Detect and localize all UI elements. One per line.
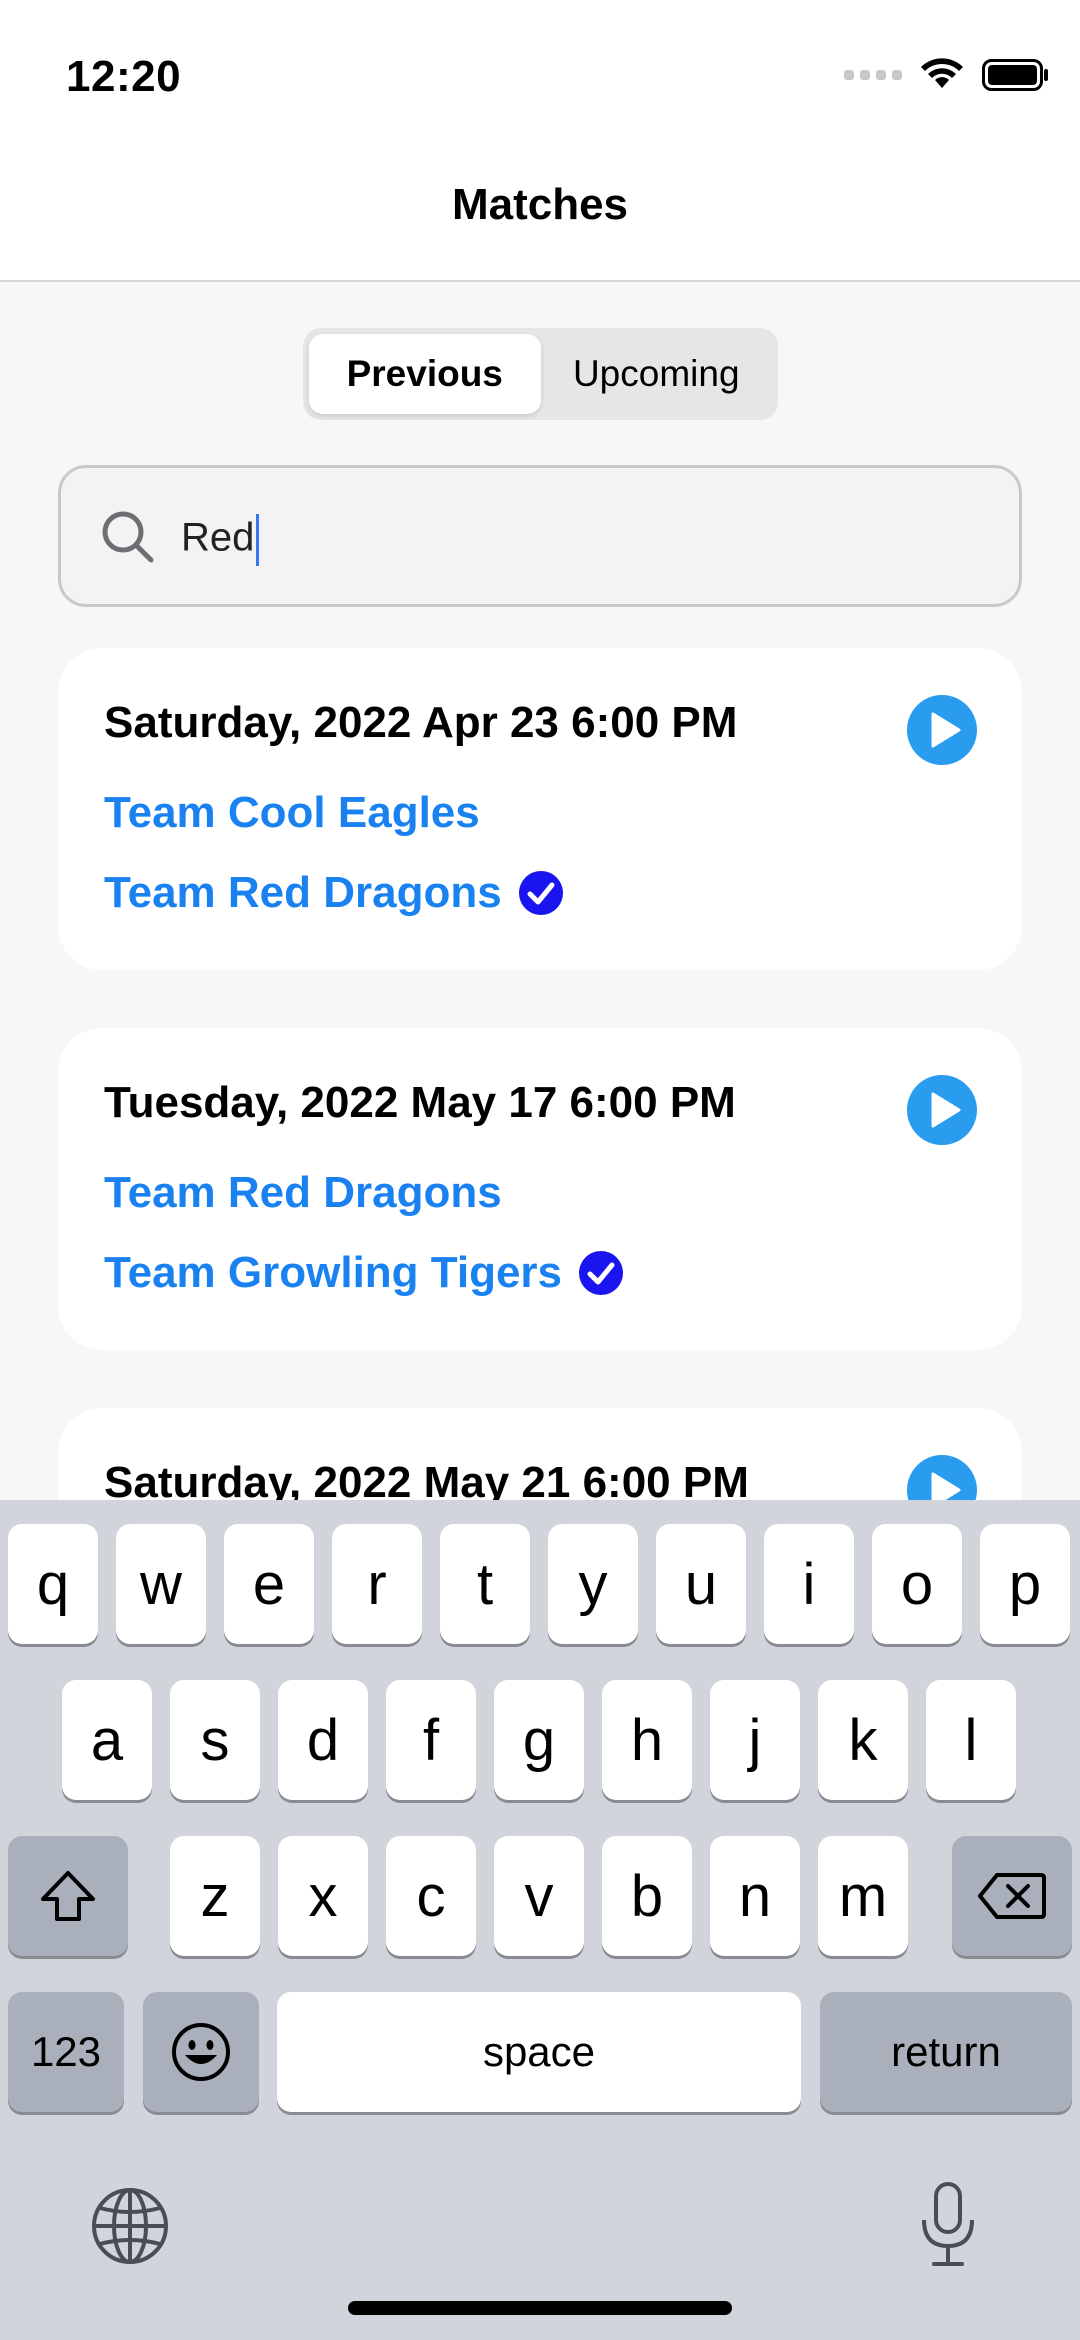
key-d[interactable]: d: [278, 1680, 368, 1800]
key-l[interactable]: l: [926, 1680, 1016, 1800]
match-date: Saturday, 2022 Apr 23 6:00 PM: [104, 698, 738, 747]
key-i[interactable]: i: [764, 1524, 854, 1644]
match-filter-segmented-control: Previous Upcoming: [303, 328, 778, 420]
text-caret: [256, 514, 260, 566]
search-value-text: Red: [181, 515, 255, 560]
team-name: Team Cool Eagles: [104, 788, 480, 837]
emoji-icon: [172, 2023, 230, 2081]
key-c[interactable]: c: [386, 1836, 476, 1956]
delete-icon: [978, 1873, 1046, 1919]
key-u[interactable]: u: [656, 1524, 746, 1644]
key-x[interactable]: x: [278, 1836, 368, 1956]
checkmark-icon: [579, 1251, 624, 1295]
key-t[interactable]: t: [440, 1524, 530, 1644]
key-p[interactable]: p: [980, 1524, 1070, 1644]
wifi-icon: [921, 58, 963, 88]
key-j[interactable]: j: [710, 1680, 800, 1800]
navigation-bar: Matches: [0, 150, 1080, 282]
search-icon: [102, 511, 154, 563]
cellular-signal-icon: [844, 70, 902, 80]
onscreen-keyboard: q w e r t y u i o p a s d f g h j k l z …: [0, 1500, 1080, 2340]
key-z[interactable]: z: [170, 1836, 260, 1956]
match-card[interactable]: Tuesday, 2022 May 17 6:00 PM Team Red Dr…: [58, 1028, 1022, 1350]
key-s[interactable]: s: [170, 1680, 260, 1800]
key-b[interactable]: b: [602, 1836, 692, 1956]
segment-previous[interactable]: Previous: [309, 334, 541, 414]
team-name: Team Red Dragons: [104, 1168, 502, 1217]
key-m[interactable]: m: [818, 1836, 908, 1956]
status-bar: 12:20: [0, 0, 1080, 150]
key-q[interactable]: q: [8, 1524, 98, 1644]
space-key[interactable]: space: [277, 1992, 801, 2112]
key-v[interactable]: v: [494, 1836, 584, 1956]
return-key[interactable]: return: [820, 1992, 1072, 2112]
home-indicator[interactable]: [348, 2301, 732, 2315]
team-name-link[interactable]: Team Red Dragons: [104, 1168, 502, 1218]
search-input[interactable]: Red: [58, 465, 1022, 607]
play-icon[interactable]: [906, 694, 978, 766]
delete-key[interactable]: [952, 1836, 1072, 1956]
globe-icon[interactable]: [90, 2186, 170, 2266]
team-name-link[interactable]: Team Growling Tigers: [104, 1248, 624, 1298]
key-n[interactable]: n: [710, 1836, 800, 1956]
play-icon[interactable]: [906, 1074, 978, 1146]
segment-upcoming[interactable]: Upcoming: [541, 334, 773, 414]
emoji-key[interactable]: [143, 1992, 259, 2112]
key-k[interactable]: k: [818, 1680, 908, 1800]
match-date: Tuesday, 2022 May 17 6:00 PM: [104, 1078, 736, 1127]
checkmark-icon: [518, 871, 563, 915]
battery-icon: [982, 59, 1048, 91]
key-r[interactable]: r: [332, 1524, 422, 1644]
team-name-link[interactable]: Team Cool Eagles: [104, 788, 480, 838]
numbers-key[interactable]: 123: [8, 1992, 124, 2112]
shift-icon: [41, 1871, 95, 1921]
key-y[interactable]: y: [548, 1524, 638, 1644]
team-name: Team Growling Tigers: [104, 1248, 563, 1297]
status-icons: [844, 58, 1050, 92]
key-f[interactable]: f: [386, 1680, 476, 1800]
team-name: Team Red Dragons: [104, 868, 502, 917]
team-name-link[interactable]: Team Red Dragons: [104, 868, 564, 918]
page-title: Matches: [451, 180, 629, 229]
microphone-icon[interactable]: [918, 2180, 978, 2270]
match-card[interactable]: Saturday, 2022 Apr 23 6:00 PM Team Cool …: [58, 648, 1022, 970]
key-e[interactable]: e: [224, 1524, 314, 1644]
key-g[interactable]: g: [494, 1680, 584, 1800]
status-time: 12:20: [66, 52, 182, 101]
key-w[interactable]: w: [116, 1524, 206, 1644]
shift-key[interactable]: [8, 1836, 128, 1956]
search-input-value: Red: [181, 514, 260, 566]
key-h[interactable]: h: [602, 1680, 692, 1800]
key-o[interactable]: o: [872, 1524, 962, 1644]
key-a[interactable]: a: [62, 1680, 152, 1800]
